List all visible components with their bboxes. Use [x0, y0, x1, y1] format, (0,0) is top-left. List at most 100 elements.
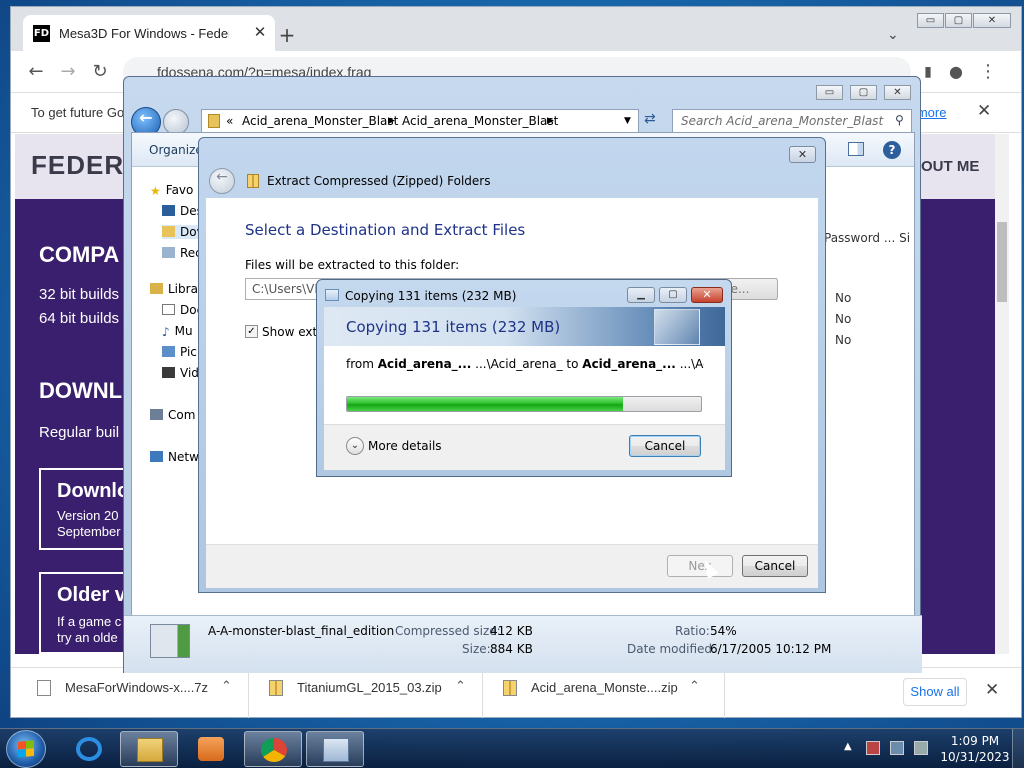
maximize-button[interactable]: ▢	[945, 13, 972, 28]
copy-minimize-button[interactable]: ▁	[627, 287, 655, 303]
page-scrollbar-thumb[interactable]	[997, 222, 1007, 302]
nav-network[interactable]: Netw	[150, 450, 199, 464]
taskbar-chrome[interactable]	[244, 731, 302, 767]
site-logo[interactable]: FEDERI	[31, 150, 132, 181]
minimize-button[interactable]: ▭	[917, 13, 944, 28]
nav-favorites[interactable]: ★ Favo	[150, 183, 193, 198]
nav-label: Com	[168, 408, 196, 422]
download-item[interactable]: MesaForWindows-x....7z ⌃	[37, 668, 249, 718]
copy-maximize-button[interactable]: ▢	[659, 287, 687, 303]
chevron-down-icon[interactable]: ⌄	[346, 437, 364, 455]
new-tab-button[interactable]: +	[277, 25, 297, 45]
site-nav-about[interactable]: OUT ME	[921, 158, 979, 175]
clock-time[interactable]: 1:09 PM	[950, 734, 1000, 748]
site-heading-download: DOWNL	[39, 378, 123, 403]
nav-videos[interactable]: Vid	[162, 366, 199, 380]
libraries-icon	[150, 283, 163, 294]
taskbar-internet-explorer[interactable]	[60, 731, 118, 767]
explorer-close-button[interactable]: ✕	[884, 85, 911, 100]
wizard-footer: Nex Cancel	[206, 544, 818, 588]
media-player-icon	[198, 737, 224, 761]
zip-file-thumbnail-icon	[150, 624, 190, 658]
site-heading-compat: COMPA	[39, 242, 120, 267]
search-icon[interactable]: ⚲	[895, 113, 904, 127]
older-box-line: If a game c	[57, 614, 122, 629]
taskbar-windows-explorer[interactable]	[120, 731, 178, 767]
details-label: Date modified:	[627, 642, 717, 656]
download-item[interactable]: TitaniumGL_2015_03.zip ⌃	[269, 668, 483, 718]
copy-close-button[interactable]: ✕	[691, 287, 723, 303]
nav-recent[interactable]: Rec	[162, 246, 202, 260]
start-button[interactable]	[6, 730, 46, 768]
to-folder-link[interactable]: Acid_arena_...	[582, 357, 676, 371]
copy-banner: Copying 131 items (232 MB)	[324, 307, 725, 346]
download-box-line: September	[57, 524, 121, 539]
nav-computer[interactable]: Com	[150, 408, 195, 422]
tab-close-icon[interactable]: ✕	[251, 23, 269, 41]
volume-muted-icon[interactable]	[914, 741, 928, 755]
wizard-cancel-button[interactable]: Cancel	[742, 555, 808, 577]
breadcrumb-overflow[interactable]: «	[226, 114, 233, 128]
reload-icon[interactable]: ↻	[89, 61, 111, 83]
dialog-window-icon	[323, 738, 349, 762]
details-value: 884 KB	[490, 642, 533, 656]
password-cell: No	[835, 291, 852, 305]
pictures-icon	[162, 346, 175, 357]
tab-search-chevron-icon[interactable]: ⌄	[887, 27, 899, 43]
download-bar-close-icon[interactable]: ✕	[985, 680, 999, 700]
close-window-button[interactable]: ✕	[973, 13, 1011, 28]
chevron-up-icon[interactable]: ⌃	[689, 679, 700, 694]
nav-documents[interactable]: Doc	[162, 303, 203, 317]
column-headers[interactable]: Password ... Si	[824, 231, 910, 245]
folder-icon	[208, 114, 220, 128]
info-bar-close-icon[interactable]: ✕	[977, 101, 991, 121]
nav-libraries[interactable]: Libra	[150, 282, 198, 296]
nav-desktop[interactable]: Des	[162, 204, 203, 218]
browser-tab[interactable]: FD Mesa3D For Windows - Federico ✕	[23, 15, 275, 51]
help-icon[interactable]: ?	[883, 141, 901, 159]
profile-avatar-icon[interactable]: ●	[945, 61, 967, 83]
show-desktop-button[interactable]	[1012, 729, 1024, 768]
wizard-back-arrow-icon[interactable]: ←	[209, 168, 235, 194]
from-folder-link[interactable]: Acid_arena_...	[378, 357, 472, 371]
copy-cancel-button[interactable]: Cancel	[629, 435, 701, 457]
explorer-address-bar[interactable]: « Acid_arena_Monster_Blast ▶ Acid_arena_…	[201, 109, 639, 133]
nav-music[interactable]: ♪ Mu	[162, 324, 193, 339]
show-extracted-checkbox[interactable]: ✓	[245, 325, 258, 338]
menu-kebab-icon[interactable]: ⋮	[977, 61, 999, 83]
nav-pictures[interactable]: Pic	[162, 345, 197, 359]
next-button[interactable]: Nex	[667, 555, 733, 577]
breadcrumb-item[interactable]: Acid_arena_Monster_Blast	[242, 114, 398, 128]
download-item[interactable]: Acid_arena_Monste....zip ⌃	[503, 668, 725, 718]
older-box-line: try an olde	[57, 630, 118, 645]
chevron-up-icon[interactable]: ⌃	[455, 679, 466, 694]
show-hidden-icons-icon[interactable]: ▲	[844, 741, 852, 752]
page-scrollbar[interactable]	[995, 134, 1009, 654]
taskbar-media-player[interactable]	[182, 731, 240, 767]
address-dropdown-icon[interactable]: ▼	[624, 116, 631, 126]
details-value: 6/17/2005 10:12 PM	[710, 642, 832, 656]
network-tray-icon[interactable]	[890, 741, 904, 755]
breadcrumb-arrow-icon[interactable]: ▶	[388, 116, 395, 126]
refresh-icon[interactable]: ⇄	[644, 111, 656, 127]
explorer-maximize-button[interactable]: ▢	[850, 85, 877, 100]
breadcrumb-arrow-icon[interactable]: ▶	[547, 116, 554, 126]
breadcrumb-item[interactable]: Acid_arena_Monster_Blast	[402, 114, 558, 128]
chrome-icon	[261, 738, 287, 762]
show-all-button[interactable]: Show all	[903, 678, 967, 706]
nav-label: Netw	[168, 450, 199, 464]
chevron-up-icon[interactable]: ⌃	[221, 679, 232, 694]
taskbar-extract-dialog[interactable]	[306, 731, 364, 767]
preview-pane-icon[interactable]	[848, 142, 864, 156]
more-details-toggle[interactable]: More details	[368, 439, 442, 453]
wizard-close-button[interactable]: ✕	[789, 146, 816, 163]
details-value: 54%	[710, 624, 737, 638]
back-arrow-icon[interactable]: ←	[25, 61, 47, 83]
action-center-icon[interactable]	[866, 741, 880, 755]
tab-title: Mesa3D For Windows - Federico	[59, 26, 229, 41]
explorer-search-input[interactable]: Search Acid_arena_Monster_Blast ⚲	[672, 109, 912, 133]
forward-arrow-icon[interactable]: →	[57, 61, 79, 83]
organize-menu[interactable]: Organize	[149, 143, 203, 157]
clock-date[interactable]: 10/31/2023	[940, 750, 1010, 764]
explorer-minimize-button[interactable]: ▭	[816, 85, 843, 100]
